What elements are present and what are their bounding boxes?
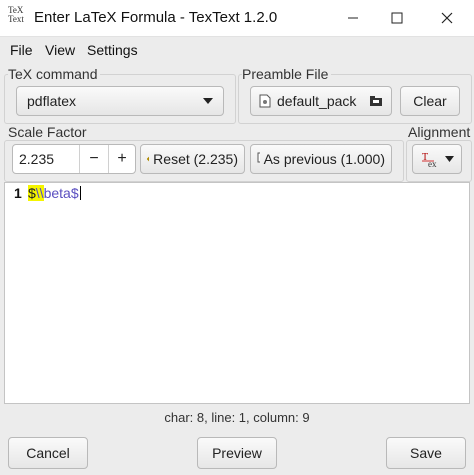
save-button[interactable]: Save (386, 437, 466, 469)
close-button[interactable] (424, 0, 470, 36)
minimize-button[interactable] (330, 0, 376, 36)
code-backslashes: \\ (35, 185, 44, 201)
cancel-button[interactable]: Cancel (8, 437, 88, 469)
minimize-icon (348, 17, 358, 19)
line-gutter (5, 183, 25, 403)
document-icon (259, 94, 271, 108)
reset-label: Reset (2.235) (153, 151, 238, 167)
as-previous-button[interactable]: As previous (1.000) (250, 144, 392, 174)
scale-factor-input[interactable]: 2.235 (19, 151, 54, 167)
preview-button[interactable]: Preview (197, 437, 277, 469)
text-cursor (79, 186, 81, 200)
close-icon (441, 12, 453, 24)
tex-command-value: pdflatex (27, 93, 77, 109)
code-dollar-close: $ (70, 185, 79, 201)
scale-factor-label: Scale Factor (8, 124, 90, 140)
tex-command-dropdown[interactable]: pdflatex (16, 86, 224, 116)
menu-file[interactable]: File (10, 42, 33, 58)
preamble-file-button[interactable]: default_pack (250, 86, 392, 116)
clear-button[interactable]: Clear (400, 86, 460, 116)
chevron-down-icon (203, 98, 213, 104)
preamble-label: Preamble File (242, 66, 332, 82)
preamble-file-name: default_pack (277, 93, 357, 109)
chevron-down-icon (445, 156, 454, 162)
alignment-icon: Tex (422, 152, 437, 169)
app-icon: TeX Text (8, 6, 28, 30)
svg-text:ex: ex (428, 159, 437, 169)
menu-settings[interactable]: Settings (87, 42, 138, 58)
code-editor[interactable] (4, 182, 470, 404)
reset-button[interactable]: Reset (2.235) (140, 144, 245, 174)
as-previous-label: As previous (1.000) (263, 151, 385, 167)
app-icon-label: TeX Text (8, 5, 24, 24)
increment-button[interactable]: + (109, 145, 135, 173)
status-bar: char: 8, line: 1, column: 9 (164, 410, 310, 425)
code-dollar-open: $ (28, 185, 36, 201)
undo-icon (147, 156, 150, 162)
folder-open-icon (370, 96, 382, 106)
code-line: $ \\ beta $ (28, 185, 81, 201)
alignment-dropdown[interactable]: Tex (412, 144, 462, 174)
scale-factor-spinbox: 2.235 − + (12, 144, 136, 174)
copy-icon (257, 152, 260, 163)
maximize-button[interactable] (374, 0, 420, 36)
alignment-label: Alignment (408, 124, 473, 140)
code-keyword: beta (43, 185, 71, 201)
decrement-button[interactable]: − (80, 145, 108, 173)
window-title: Enter LaTeX Formula - TexText 1.2.0 (34, 9, 278, 26)
maximize-icon (391, 12, 403, 24)
tex-command-label: TeX command (8, 66, 101, 82)
menu-view[interactable]: View (45, 42, 75, 58)
line-number: 1 (14, 185, 22, 201)
